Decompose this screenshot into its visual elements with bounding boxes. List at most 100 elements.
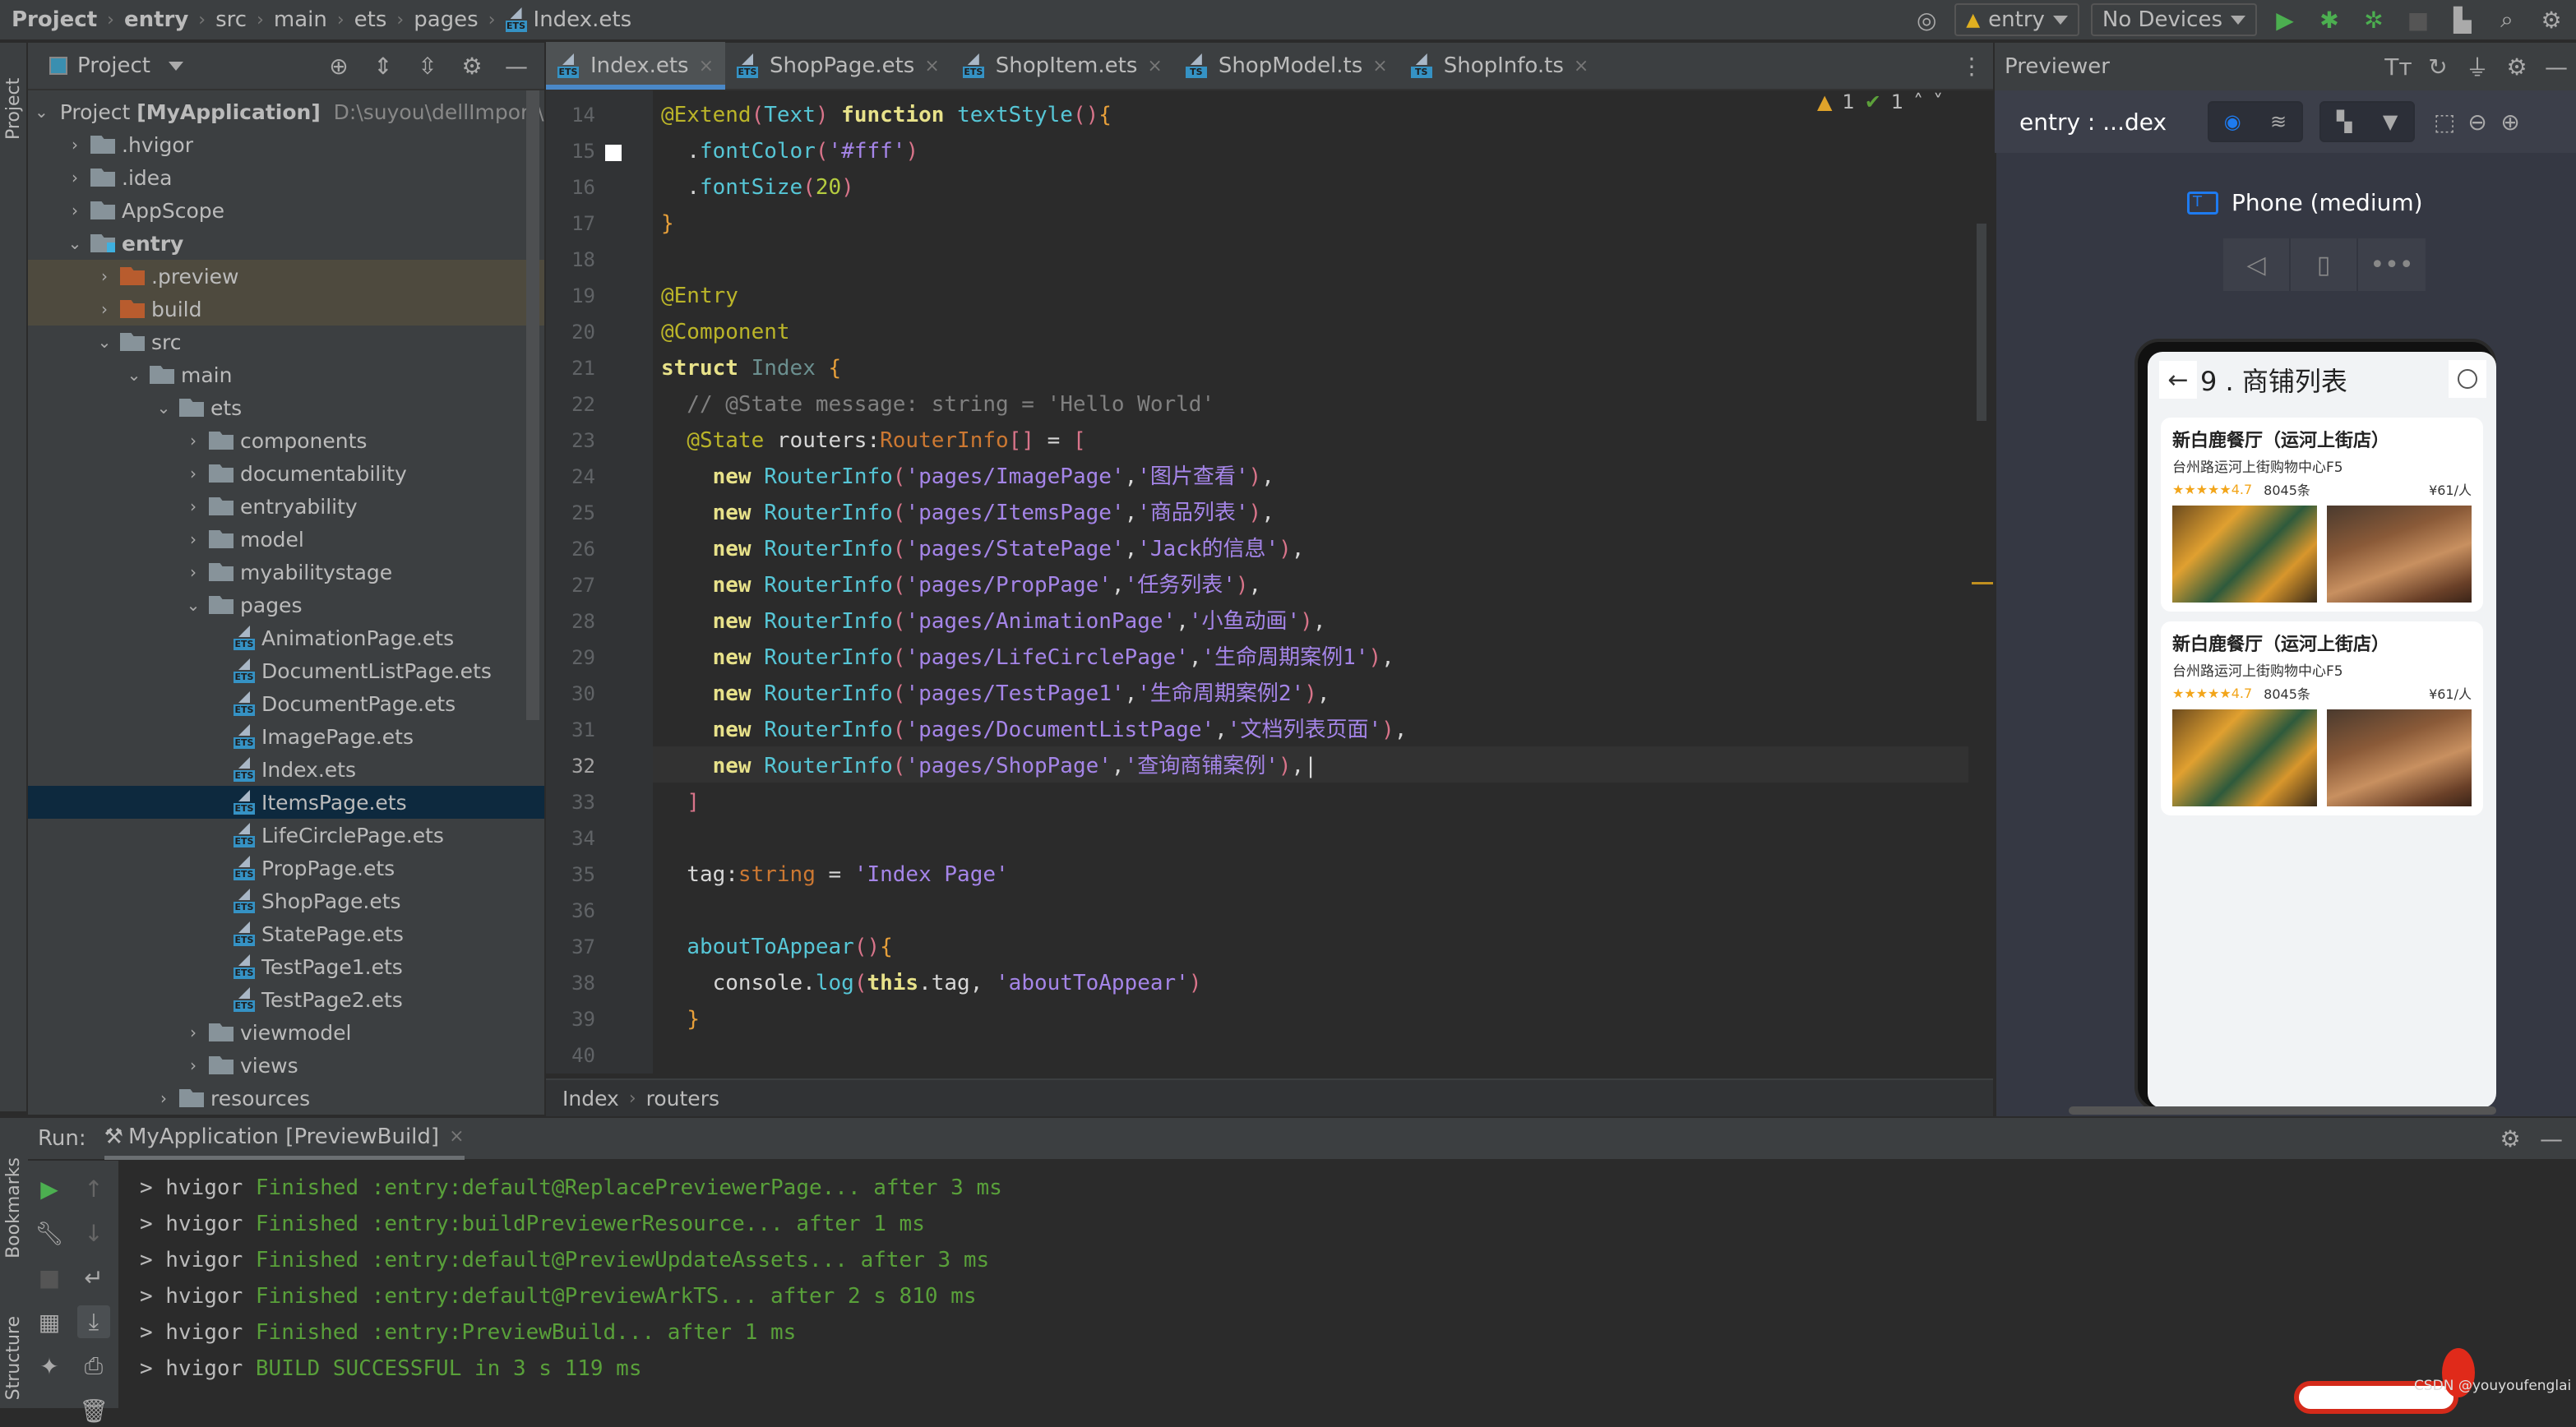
collapse-all-icon[interactable]: ⇳ — [411, 49, 444, 82]
tree-file[interactable]: ItemsPage.ets — [28, 786, 544, 819]
tree-scrollbar[interactable] — [526, 90, 539, 720]
close-tab-icon[interactable]: × — [699, 56, 714, 76]
previous-highlight-icon[interactable]: ˄ — [1913, 90, 1923, 113]
tree-folder[interactable]: › .hvigor — [28, 128, 544, 161]
tree-file[interactable]: DocumentListPage.ets — [28, 654, 544, 687]
code-line[interactable]: @Extend(Text) function textStyle(){ — [661, 97, 1112, 133]
inspector-icon[interactable]: ◉ — [2209, 103, 2255, 141]
settings-icon[interactable]: ⚙ — [2500, 50, 2533, 83]
shop-card[interactable]: 新白鹿餐厅（运河上街店） 台州路运河上街购物中心F5 ★★★★★ 4.7 8045条 ¥6… — [2161, 621, 2483, 815]
up-arrow-icon[interactable]: ↑ — [77, 1172, 110, 1205]
chevron-right-icon[interactable]: › — [183, 529, 204, 549]
breadcrumb-item[interactable]: entry — [124, 7, 188, 32]
crumb-routers[interactable]: routers — [646, 1087, 719, 1111]
tree-folder[interactable]: › entryability — [28, 490, 544, 523]
rerun-icon[interactable]: ▶ — [33, 1172, 66, 1205]
chevron-right-icon[interactable]: › — [183, 562, 204, 582]
code-line[interactable]: @Entry — [661, 278, 738, 314]
print-icon[interactable]: ⎙ — [77, 1350, 110, 1383]
chevron-right-icon[interactable]: › — [183, 1023, 204, 1042]
debug-icon[interactable]: ✱ — [2313, 3, 2346, 36]
chevron-right-icon[interactable]: › — [64, 201, 86, 220]
tree-file[interactable]: DocumentPage.ets — [28, 687, 544, 720]
code-line[interactable]: } — [661, 1001, 700, 1037]
breadcrumb-item[interactable]: ets — [354, 7, 387, 32]
chevron-down-icon[interactable]: ▼ — [2367, 103, 2413, 141]
chevron-right-icon[interactable]: › — [64, 135, 86, 155]
chevron-down-icon[interactable]: ⌄ — [64, 233, 86, 253]
chevron-down-icon[interactable]: ⌄ — [183, 595, 204, 615]
locate-icon[interactable]: ◎ — [1910, 3, 1943, 36]
module-selector[interactable]: ▲ entry — [1954, 3, 2079, 36]
down-arrow-icon[interactable]: ↓ — [77, 1217, 110, 1249]
code-line[interactable]: aboutToAppear(){ — [661, 929, 892, 965]
back-icon[interactable]: ◁ — [2223, 238, 2291, 291]
chevron-right-icon[interactable]: › — [183, 464, 204, 483]
tree-folder[interactable]: › build — [28, 293, 544, 326]
pin-icon[interactable]: ✦ — [33, 1350, 66, 1383]
code-line[interactable]: new RouterInfo('pages/ItemsPage','商品列表')… — [661, 495, 1274, 531]
chevron-down-icon[interactable]: ⌄ — [94, 332, 115, 352]
previewer-scrollbar[interactable] — [2069, 1106, 2496, 1115]
settings-icon[interactable]: ⚙ — [456, 49, 488, 82]
search-icon[interactable] — [2449, 360, 2486, 398]
back-arrow-icon[interactable]: ← — [2159, 361, 2197, 399]
multi-device-icon[interactable]: ▚ — [2321, 103, 2367, 141]
tree-file[interactable]: TestPage1.ets — [28, 950, 544, 983]
project-tool-tab[interactable]: Project — [3, 49, 24, 140]
breadcrumb-item[interactable]: main — [274, 7, 327, 32]
tree-file[interactable]: ShopPage.ets — [28, 884, 544, 917]
chevron-right-icon[interactable]: › — [64, 168, 86, 187]
tree-file[interactable]: StatePage.ets — [28, 917, 544, 950]
code-line[interactable]: // @State message: string = 'Hello World… — [661, 386, 1214, 423]
chevron-down-icon[interactable]: ⌄ — [35, 102, 49, 122]
zoom-in-icon[interactable]: ⊕ — [2494, 105, 2527, 138]
code-line[interactable]: new RouterInfo('pages/StatePage','Jack的信… — [661, 531, 1305, 567]
run-config-tab[interactable]: ⚒ MyApplication [PreviewBuild] × — [104, 1117, 465, 1160]
font-size-icon[interactable]: Tт — [2382, 50, 2415, 83]
close-tab-icon[interactable]: × — [1574, 56, 1589, 76]
code-line[interactable]: } — [661, 206, 674, 242]
tree-folder[interactable]: ⌄ entry — [28, 227, 544, 260]
refresh-icon[interactable]: ↻ — [2421, 50, 2454, 83]
device-selector[interactable]: No Devices — [2090, 3, 2257, 36]
code-line[interactable]: new RouterInfo('pages/AnimationPage','小鱼… — [661, 603, 1326, 640]
code-line[interactable]: .fontColor('#fff') — [661, 133, 918, 169]
code-line[interactable]: @State routers:RouterInfo[] = [ — [661, 423, 1085, 459]
tree-file[interactable]: ImagePage.ets — [28, 720, 544, 753]
layout-icon[interactable]: ▦ — [33, 1305, 66, 1338]
run-console[interactable]: > hvigor Finished :entry:default@Replace… — [122, 1161, 2576, 1408]
chevron-down-icon[interactable] — [168, 61, 183, 71]
code-line[interactable]: tag:string = 'Index Page' — [661, 857, 1008, 893]
project-structure-icon[interactable]: ▙ — [2446, 3, 2479, 36]
stop-icon[interactable]: ■ — [33, 1261, 66, 1294]
editor-tab[interactable]: ShopModel.ts× — [1174, 42, 1399, 90]
structure-tool-tab[interactable]: Structure — [3, 1316, 24, 1400]
tree-root[interactable]: ⌄ Project [MyApplication] D:\suyou\dellI… — [28, 95, 544, 128]
tree-file[interactable]: PropPage.ets — [28, 852, 544, 884]
chevron-right-icon[interactable]: › — [94, 266, 115, 286]
tree-folder[interactable]: › resources — [28, 1082, 544, 1115]
hide-icon[interactable]: — — [500, 49, 533, 82]
error-stripe-marker[interactable] — [1972, 582, 1993, 584]
fit-icon[interactable]: ⬚ — [2428, 105, 2461, 138]
chevron-right-icon[interactable]: › — [94, 299, 115, 319]
tree-folder[interactable]: › AppScope — [28, 194, 544, 227]
chevron-right-icon[interactable]: › — [183, 496, 204, 516]
code-area[interactable]: @Extend(Text) function textStyle(){ .fon… — [653, 90, 1993, 1074]
crumb-index[interactable]: Index — [562, 1087, 619, 1111]
scroll-to-end-icon[interactable]: ⤓ — [77, 1305, 110, 1338]
rotate-icon[interactable]: ▯ — [2291, 238, 2358, 291]
tree-folder[interactable]: ⌄ pages — [28, 589, 544, 621]
chevron-right-icon[interactable]: › — [153, 1088, 174, 1108]
chevron-down-icon[interactable]: ⌄ — [153, 398, 174, 418]
tree-file[interactable]: Index.ets — [28, 753, 544, 786]
wrench-icon[interactable]: 🔧︎ — [33, 1217, 66, 1249]
tree-folder[interactable]: › .idea — [28, 161, 544, 194]
settings-icon[interactable]: ⚙ — [2494, 1122, 2527, 1155]
tree-folder[interactable]: › viewmodel — [28, 1016, 544, 1049]
tree-file[interactable]: TestPage2.ets — [28, 983, 544, 1016]
breadcrumb-item[interactable]: pages — [414, 7, 478, 32]
editor-tab[interactable]: ShopItem.ets× — [951, 42, 1174, 90]
more-tabs-icon[interactable]: ⋮ — [1955, 49, 1988, 82]
